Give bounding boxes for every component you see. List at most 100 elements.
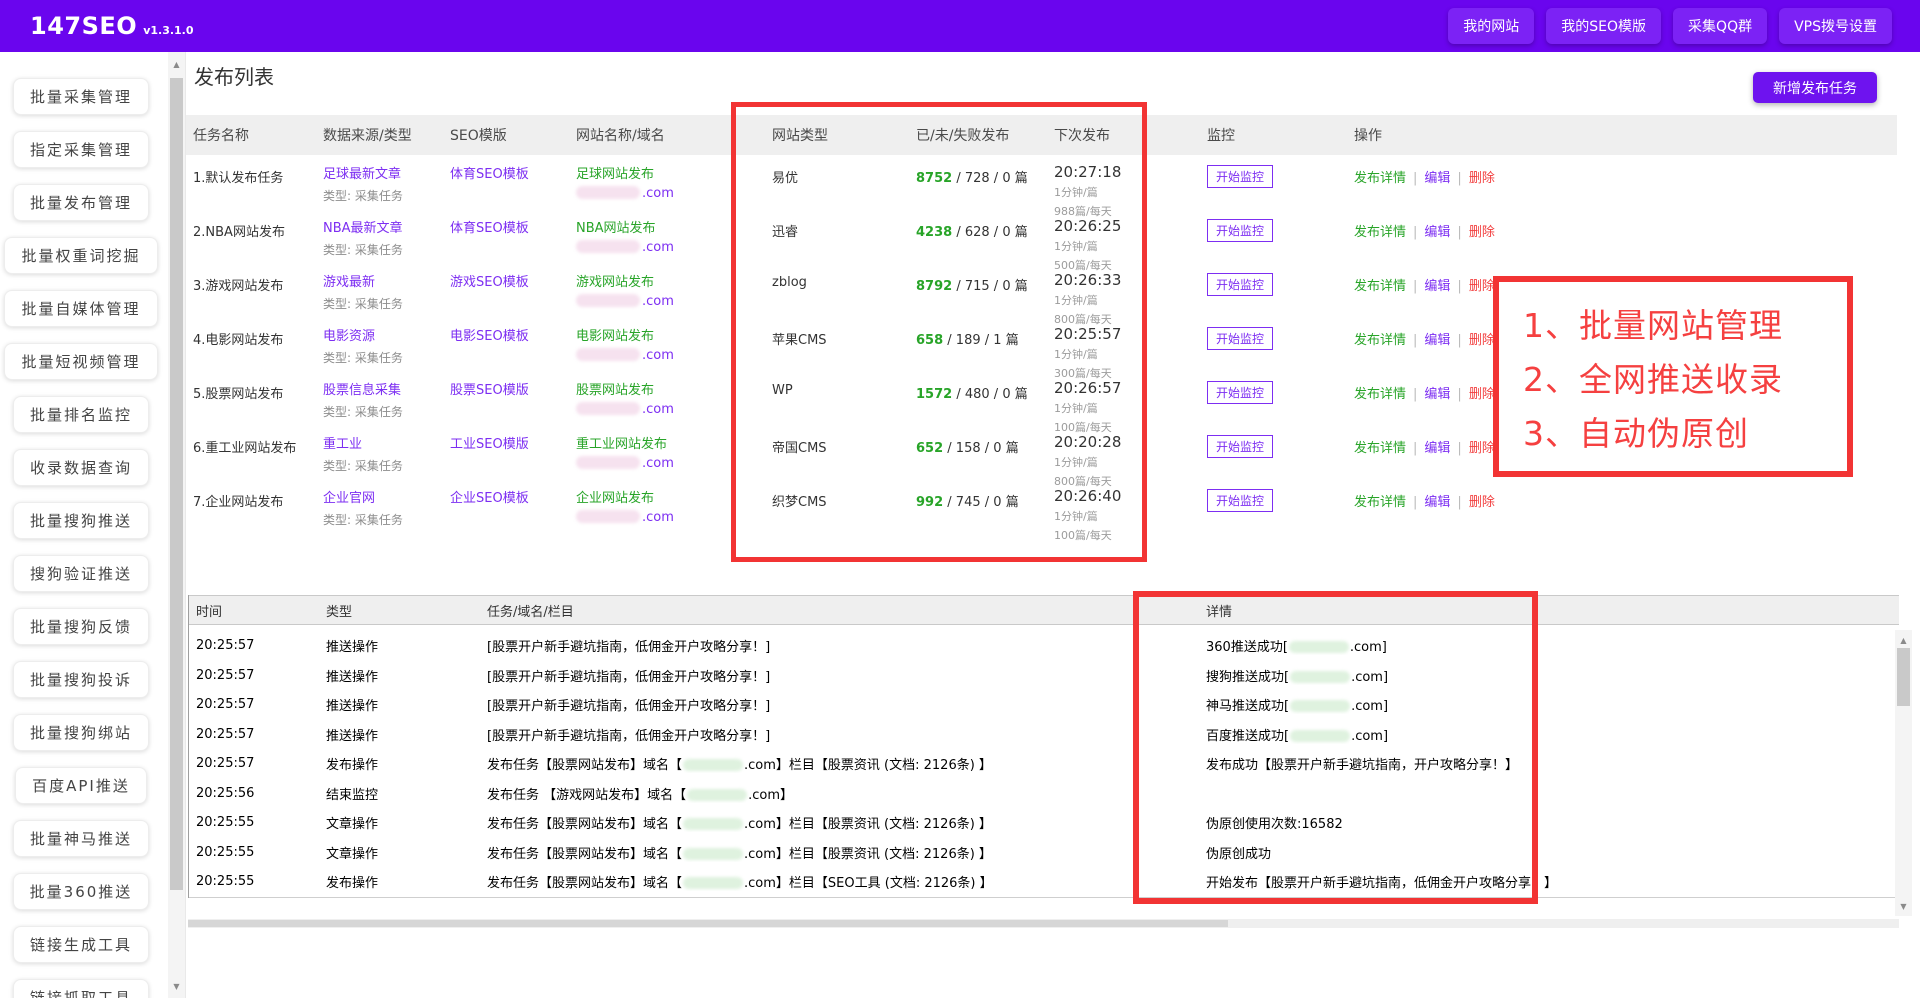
delete-link[interactable]: 删除: [1469, 333, 1495, 348]
data-source-link[interactable]: 电影资源: [323, 325, 443, 344]
seo-template-link[interactable]: 股票SEO模版: [450, 379, 569, 398]
start-monitor-button[interactable]: 开始监控: [1207, 219, 1273, 242]
data-source-link[interactable]: 股票信息采集: [323, 379, 443, 398]
publish-detail-link[interactable]: 发布详情: [1354, 279, 1406, 294]
scroll-down-arrow-icon[interactable]: ▼: [168, 978, 185, 994]
publish-detail-link[interactable]: 发布详情: [1354, 387, 1406, 402]
censored-domain: [1290, 671, 1350, 683]
scroll-up-arrow-icon[interactable]: ▲: [1895, 632, 1912, 648]
publish-rate-per-article: 1分钟/篇: [1054, 508, 1200, 524]
sidebar-item[interactable]: 批量360推送: [13, 873, 150, 910]
col-header-detail: 详情: [1199, 601, 1899, 620]
publish-detail-link[interactable]: 发布详情: [1354, 333, 1406, 348]
sidebar-item[interactable]: 批量权重词挖掘: [4, 237, 157, 274]
top-nav-item[interactable]: 我的SEO模版: [1546, 8, 1661, 44]
log-scrollbar-thumb[interactable]: [1897, 648, 1910, 706]
sidebar-item[interactable]: 链接生成工具: [13, 926, 149, 963]
data-source-link[interactable]: 企业官网: [323, 487, 443, 506]
sidebar-item[interactable]: 批量神马推送: [13, 820, 149, 857]
publish-counts: 992 / 745 / 0 篇: [909, 479, 1047, 543]
sidebar-item[interactable]: 批量排名监控: [13, 396, 149, 433]
top-nav-item[interactable]: 采集QQ群: [1673, 8, 1767, 44]
publish-detail-link[interactable]: 发布详情: [1354, 495, 1406, 510]
start-monitor-button[interactable]: 开始监控: [1207, 381, 1273, 404]
log-content-text: .com】栏目【股票资讯 (文档: 2126条) 】: [744, 817, 992, 832]
delete-link[interactable]: 删除: [1469, 279, 1495, 294]
top-nav-item[interactable]: 我的网站: [1448, 8, 1534, 44]
start-monitor-button[interactable]: 开始监控: [1207, 165, 1273, 188]
edit-link[interactable]: 编辑: [1424, 441, 1450, 456]
log-horizontal-scrollbar[interactable]: [188, 919, 1899, 928]
failed-count: 0: [1002, 387, 1010, 402]
add-publish-task-button[interactable]: 新增发布任务: [1753, 72, 1877, 103]
pending-count: 189: [956, 333, 981, 348]
data-source-link[interactable]: 重工业: [323, 433, 443, 452]
top-nav-item[interactable]: VPS拨号设置: [1779, 8, 1892, 44]
col-header-publish-counts: 已/未/失败发布: [909, 125, 1047, 145]
data-source-link[interactable]: 足球最新文章: [323, 163, 443, 182]
sidebar-item[interactable]: 批量搜狗反馈: [13, 608, 149, 645]
sidebar-item[interactable]: 批量搜狗投诉: [13, 661, 149, 698]
seo-template-link[interactable]: 电影SEO模板: [450, 325, 569, 344]
data-source-link[interactable]: NBA最新文章: [323, 217, 443, 236]
sidebar-scrollbar[interactable]: ▲ ▼: [168, 52, 185, 998]
publish-detail-link[interactable]: 发布详情: [1354, 225, 1406, 240]
sidebar-item-label: 链接生成工具: [30, 934, 132, 955]
edit-link[interactable]: 编辑: [1424, 387, 1450, 402]
site-name: 重工业网站发布: [576, 433, 765, 452]
delete-link[interactable]: 删除: [1469, 441, 1495, 456]
sidebar-item[interactable]: 搜狗验证推送: [13, 555, 149, 592]
sidebar: 批量采集管理 指定采集管理 批量发布管理 批量权重词挖掘 批量自媒体管理 批量短…: [0, 52, 186, 998]
seo-template-link[interactable]: 企业SEO模板: [450, 487, 569, 506]
sidebar-item[interactable]: 百度API推送: [15, 767, 147, 804]
censored-domain: [683, 818, 743, 830]
edit-link[interactable]: 编辑: [1424, 279, 1450, 294]
sidebar-item[interactable]: 批量自媒体管理: [4, 290, 157, 327]
start-monitor-button[interactable]: 开始监控: [1207, 435, 1273, 458]
delete-link[interactable]: 删除: [1469, 225, 1495, 240]
delete-link[interactable]: 删除: [1469, 171, 1495, 186]
sidebar-item[interactable]: 链接抓取工具: [13, 979, 149, 998]
sidebar-item[interactable]: 批量搜狗绑站: [13, 714, 149, 751]
data-source-link[interactable]: 游戏最新: [323, 271, 443, 290]
start-monitor-button[interactable]: 开始监控: [1207, 489, 1273, 512]
seo-template-link[interactable]: 工业SEO模版: [450, 433, 569, 452]
action-separator: |: [1457, 441, 1461, 456]
publish-detail-link[interactable]: 发布详情: [1354, 171, 1406, 186]
start-monitor-button[interactable]: 开始监控: [1207, 327, 1273, 350]
sidebar-item-label: 批量采集管理: [30, 86, 132, 107]
start-monitor-button[interactable]: 开始监控: [1207, 273, 1273, 296]
sidebar-item-label: 批量发布管理: [30, 192, 132, 213]
sidebar-item-label: 批量自媒体管理: [21, 298, 140, 319]
published-count: 4238: [916, 225, 952, 240]
log-detail-text: 发布成功【股票开户新手避坑指南，开户攻略分享！】: [1206, 758, 1518, 773]
delete-link[interactable]: 删除: [1469, 495, 1495, 510]
delete-link[interactable]: 删除: [1469, 387, 1495, 402]
sidebar-scrollbar-thumb[interactable]: [170, 78, 183, 890]
seo-template-link[interactable]: 体育SEO模板: [450, 217, 569, 236]
seo-template-link[interactable]: 体育SEO模板: [450, 163, 569, 182]
data-source-type: 类型: 采集任务: [323, 457, 443, 474]
published-count: 8752: [916, 171, 952, 186]
sidebar-item[interactable]: 批量短视频管理: [4, 343, 157, 380]
edit-link[interactable]: 编辑: [1424, 333, 1450, 348]
log-horizontal-scrollbar-thumb[interactable]: [188, 920, 1228, 927]
log-scrollbar[interactable]: ▲ ▼: [1895, 630, 1912, 916]
scroll-up-arrow-icon[interactable]: ▲: [168, 56, 185, 72]
edit-link[interactable]: 编辑: [1424, 225, 1450, 240]
edit-link[interactable]: 编辑: [1424, 171, 1450, 186]
censored-domain: [683, 877, 743, 889]
publish-detail-link[interactable]: 发布详情: [1354, 441, 1406, 456]
scroll-down-arrow-icon[interactable]: ▼: [1895, 898, 1912, 914]
log-type: 文章操作: [319, 843, 480, 862]
log-detail-text: 伪原创成功: [1206, 847, 1271, 862]
sidebar-item[interactable]: 批量发布管理: [13, 184, 149, 221]
log-content-text: 发布任务【股票网站发布】域名【: [487, 847, 682, 862]
sidebar-item[interactable]: 批量采集管理: [13, 78, 149, 115]
sidebar-item[interactable]: 收录数据查询: [13, 449, 149, 486]
sidebar-item[interactable]: 指定采集管理: [13, 131, 149, 168]
domain-suffix: .com: [642, 456, 674, 471]
edit-link[interactable]: 编辑: [1424, 495, 1450, 510]
seo-template-link[interactable]: 游戏SEO模板: [450, 271, 569, 290]
sidebar-item[interactable]: 批量搜狗推送: [13, 502, 149, 539]
